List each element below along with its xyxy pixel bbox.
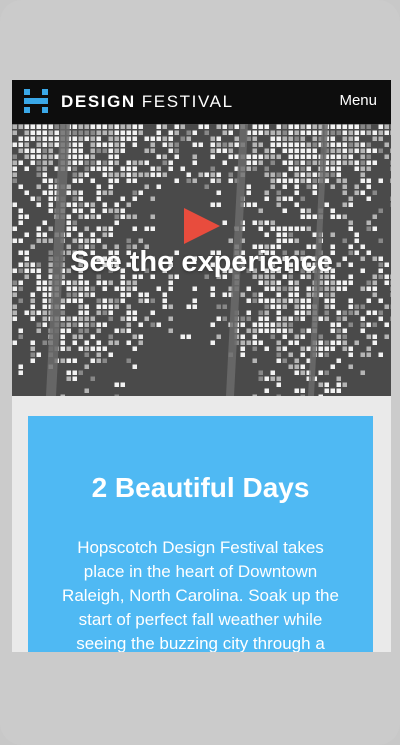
play-icon[interactable] [182, 208, 220, 244]
mobile-viewport: DESIGN FESTIVAL Menu See the experience 2… [12, 80, 391, 652]
intro-card: 2 Beautiful Days Hopscotch Design Festiv… [28, 416, 373, 652]
brand-word-design: DESIGN [61, 92, 136, 111]
device-frame: DESIGN FESTIVAL Menu See the experience 2… [0, 0, 400, 745]
intro-heading: 2 Beautiful Days [91, 472, 310, 503]
hero-video-banner[interactable]: See the experience [12, 124, 391, 396]
brand-wordmark[interactable]: DESIGN FESTIVAL [61, 92, 234, 112]
menu-button[interactable]: Menu [339, 91, 377, 111]
hero-title[interactable]: See the experience [12, 244, 391, 280]
site-header: DESIGN FESTIVAL Menu [12, 80, 391, 124]
intro-body-text: Hopscotch Design Festival takes place in… [62, 538, 339, 652]
hopscotch-h-logo-icon[interactable] [24, 89, 48, 113]
brand-word-festival: FESTIVAL [141, 92, 234, 111]
